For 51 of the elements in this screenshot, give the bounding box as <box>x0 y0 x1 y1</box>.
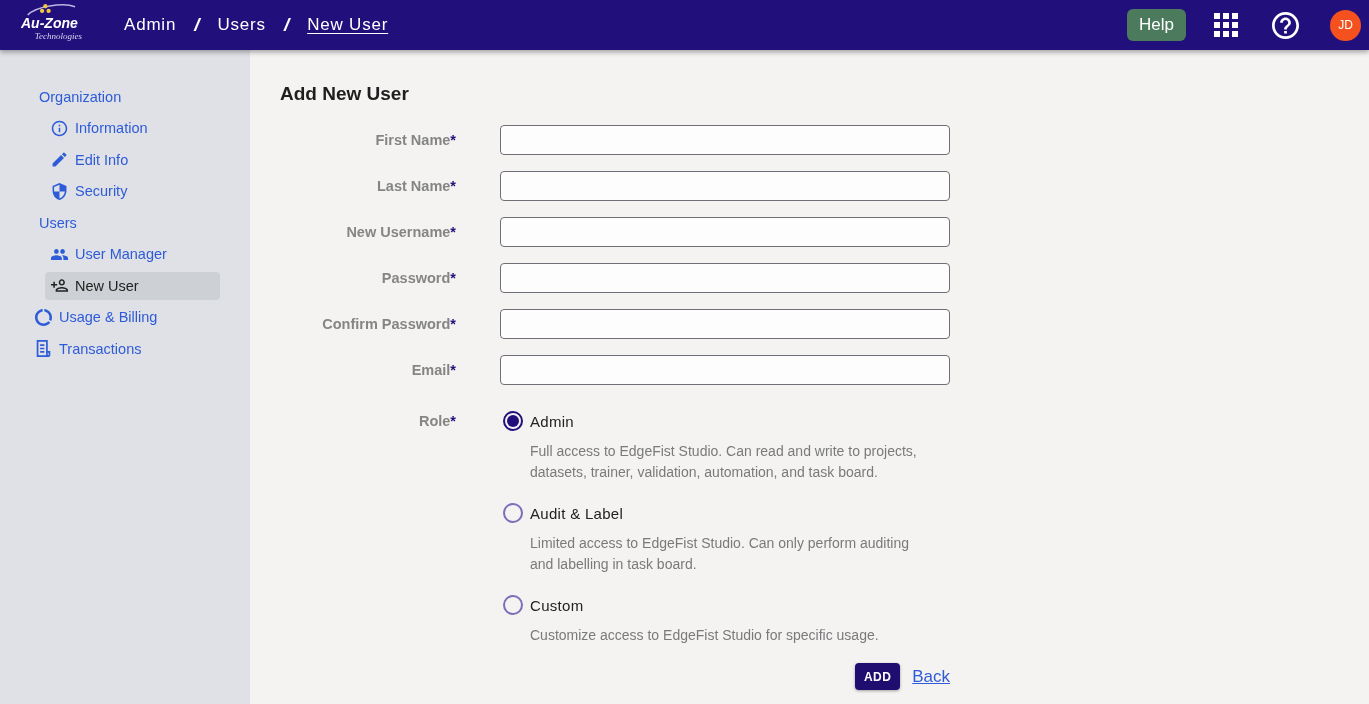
field-label: Password* <box>381 270 456 286</box>
input-field[interactable] <box>500 309 950 339</box>
radio-button[interactable] <box>503 503 523 523</box>
breadcrumb-separator: / <box>283 14 290 36</box>
field-label: New Username* <box>346 224 456 240</box>
logo-tagline: Technologies <box>34 31 82 42</box>
shield-icon <box>51 182 68 200</box>
sidebar-item[interactable]: Information <box>45 114 220 143</box>
help-icon[interactable] <box>1272 11 1299 39</box>
logo-text: Au-Zone <box>21 16 78 31</box>
breadcrumb-link[interactable]: Users <box>217 15 266 35</box>
pencil-icon <box>51 151 68 169</box>
input-field[interactable] <box>500 171 950 201</box>
radio-button[interactable] <box>503 411 523 431</box>
avatar-button[interactable]: JD <box>1330 9 1361 41</box>
sidebar-item[interactable]: Security <box>45 177 220 206</box>
back-link[interactable]: Back <box>912 666 950 687</box>
option-description: Full access to EdgeFist Studio. Can read and write to projects, datasets, trainer, validation, automation, and task board. <box>530 441 918 482</box>
field-label: Confirm Password* <box>322 316 456 332</box>
person-plus-icon <box>51 277 68 295</box>
breadcrumb-separator: / <box>194 14 200 36</box>
radio-label[interactable]: Audit & Label <box>530 504 624 522</box>
option-description: Customize access to EdgeFist Studio for specific usage. <box>530 625 880 645</box>
segmented-ring-icon <box>35 308 52 326</box>
input-field[interactable] <box>500 217 950 247</box>
sidebar-item[interactable]: Users <box>35 208 220 237</box>
sidebar-item[interactable]: Organization <box>35 82 220 111</box>
input-field[interactable] <box>500 125 950 155</box>
breadcrumb-link[interactable]: Admin <box>124 15 177 35</box>
radio-button[interactable] <box>503 595 523 615</box>
input-field[interactable] <box>500 263 950 293</box>
field-label: Last Name* <box>377 178 456 194</box>
radio-label[interactable]: Custom <box>530 596 584 614</box>
page-title: Add New User <box>280 82 410 106</box>
field-label: Email* <box>411 362 456 378</box>
sidebar-item[interactable]: Transactions <box>35 334 220 363</box>
info-icon <box>51 119 68 137</box>
input-field[interactable] <box>500 355 950 385</box>
add-button[interactable]: ADD <box>855 663 901 690</box>
radio-label[interactable]: Admin <box>530 412 575 430</box>
field-label: Role* <box>418 412 456 431</box>
field-label: First Name* <box>375 132 456 148</box>
receipt-icon <box>35 340 52 358</box>
apps-grid-icon[interactable] <box>1214 13 1238 37</box>
sidebar-item[interactable]: Edit Info <box>45 145 220 174</box>
breadcrumb-current[interactable]: New User <box>307 15 389 35</box>
sidebar-item[interactable]: User Manager <box>45 240 220 269</box>
sidebar-item[interactable]: New User <box>45 271 220 300</box>
option-description: Limited access to EdgeFist Studio. Can only perform auditing and labelling in task board. <box>530 533 910 574</box>
sidebar-item[interactable]: Usage & Billing <box>35 303 220 332</box>
help-button[interactable]: Help <box>1127 9 1186 41</box>
